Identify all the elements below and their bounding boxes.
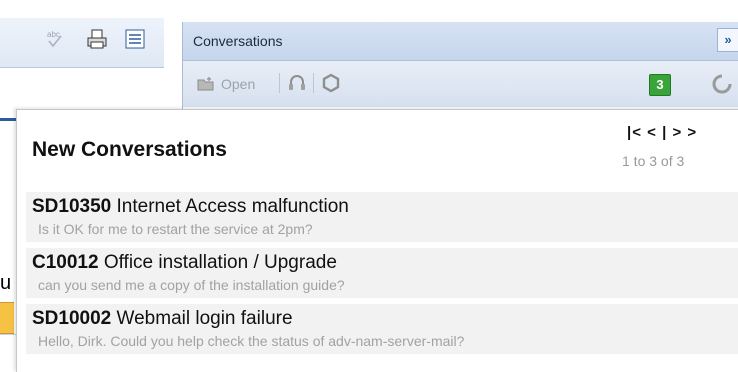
pager-next-button[interactable]: > [672, 124, 682, 141]
pager: |< < | > > [627, 124, 697, 141]
conversation-id: SD10350 [32, 196, 112, 217]
pager-last-button[interactable]: > [687, 124, 697, 141]
conversation-preview: Is it OK for me to restart the service a… [38, 221, 313, 237]
conversations-panel: Conversations » Open 3 [182, 22, 738, 112]
pager-divider: | [662, 124, 668, 141]
new-count-badge[interactable]: 3 [649, 74, 671, 96]
conversation-heading: SD10350 Internet Access malfunction [32, 196, 349, 218]
panel-header: Conversations » [183, 22, 738, 61]
conversation-title: Office installation / Upgrade [103, 252, 337, 273]
conversation-preview: Hello, Dirk. Could you help check the st… [38, 333, 465, 349]
panel-toolbar: Open 3 [183, 61, 738, 107]
list-view-icon[interactable] [124, 28, 146, 50]
conversation-title: Internet Access malfunction [116, 196, 349, 217]
conversation-id: SD10002 [32, 308, 112, 329]
left-bottom-line [0, 334, 16, 335]
print-icon[interactable] [86, 28, 108, 50]
conversation-preview: can you send me a copy of the installati… [38, 277, 345, 293]
pager-first-button[interactable]: |< [627, 124, 642, 141]
folder-open-icon [197, 77, 214, 91]
conversation-item[interactable]: SD10350 Internet Access malfunction Is i… [26, 191, 738, 242]
popup-title: New Conversations [32, 138, 227, 161]
toolbar-separator [313, 73, 314, 93]
spellcheck-icon[interactable]: abc [44, 28, 66, 50]
open-label: Open [221, 76, 256, 92]
conversation-heading: C10012 Office installation / Upgrade [32, 252, 337, 274]
conversation-list: SD10350 Internet Access malfunction Is i… [26, 191, 738, 359]
expand-button[interactable]: » [717, 28, 738, 52]
pager-prev-button[interactable]: < [647, 124, 657, 141]
svg-text:abc: abc [47, 30, 60, 39]
pager-info: 1 to 3 of 3 [622, 153, 685, 169]
conversation-item[interactable]: C10012 Office installation / Upgrade can… [26, 247, 738, 298]
headset-icon[interactable] [287, 73, 307, 93]
refresh-icon[interactable] [711, 73, 733, 100]
conversation-heading: SD10002 Webmail login failure [32, 308, 293, 330]
toolbar-separator [279, 73, 280, 93]
conversation-id: C10012 [32, 252, 99, 273]
left-toolbar: abc [0, 18, 164, 68]
settings-icon[interactable] [321, 73, 341, 93]
left-highlight-bar [0, 302, 14, 334]
conversation-item[interactable]: SD10002 Webmail login failure Hello, Dir… [26, 303, 738, 354]
left-fragment-letter: u [0, 272, 12, 294]
conversation-title: Webmail login failure [116, 308, 293, 329]
panel-title: Conversations [193, 33, 283, 49]
new-conversations-popup: New Conversations |< < | > > 1 to 3 of 3… [16, 109, 738, 372]
open-button[interactable]: Open [197, 73, 255, 95]
left-divider [0, 118, 16, 121]
